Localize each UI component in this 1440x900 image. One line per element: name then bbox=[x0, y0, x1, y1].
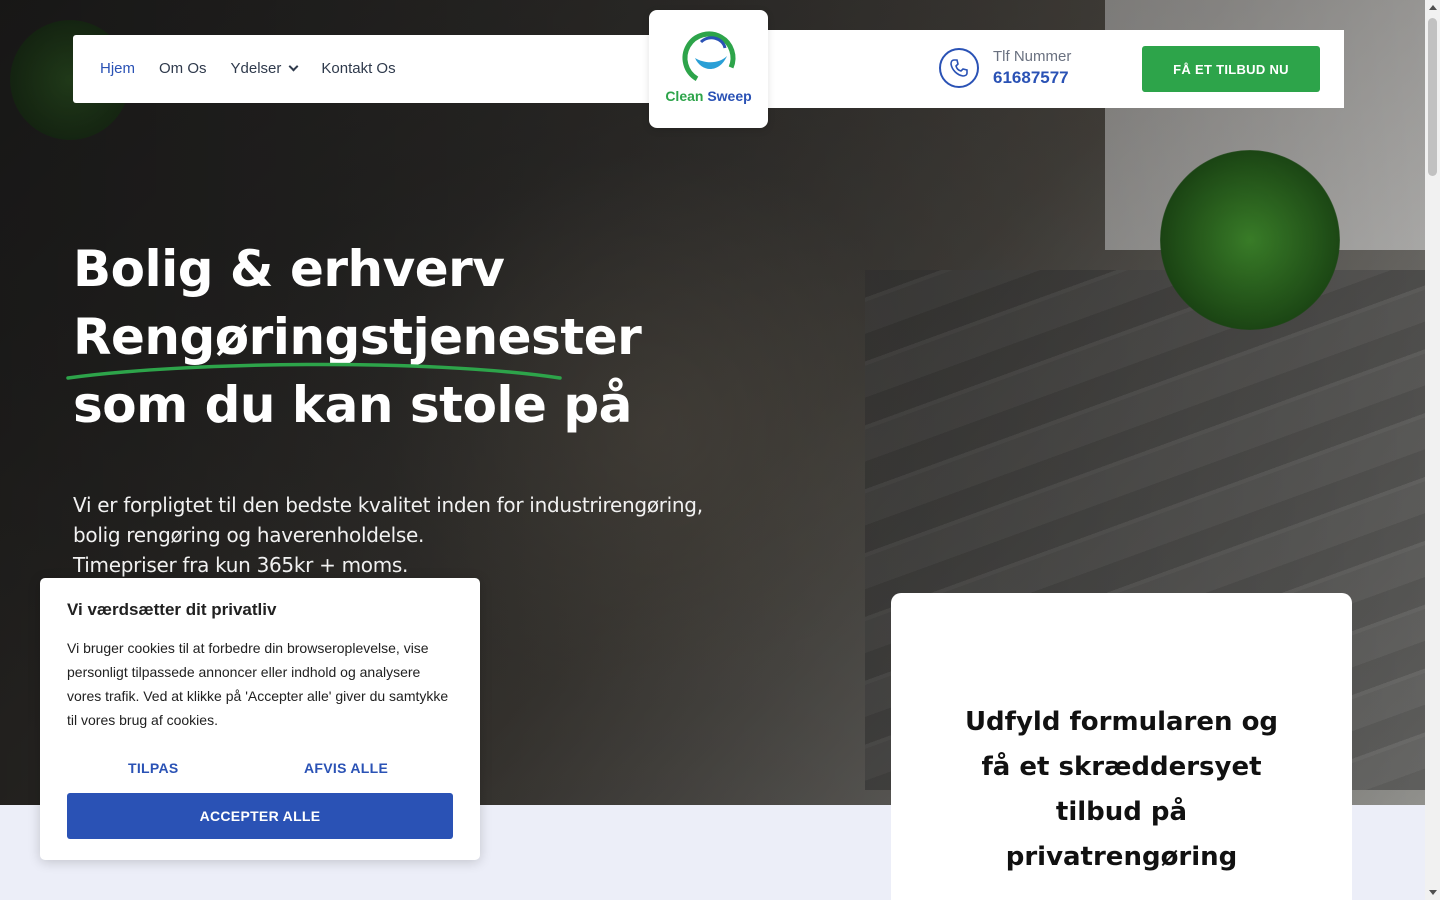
menu-item-hjem[interactable]: Hjem bbox=[100, 60, 135, 77]
phone-label: Tlf Nummer bbox=[993, 48, 1072, 65]
scroll-thumb[interactable] bbox=[1428, 18, 1437, 176]
logo-mark-icon bbox=[682, 31, 735, 85]
cookie-consent-dialog: Vi værdsætter dit privatliv Vi bruger co… bbox=[40, 578, 480, 860]
cookie-title: Vi værdsætter dit privatliv bbox=[67, 600, 277, 619]
phone-number-link[interactable]: 61687577 bbox=[993, 68, 1069, 88]
scrollbar[interactable] bbox=[1425, 0, 1440, 900]
get-quote-button[interactable]: FÅ ET TILBUD NU bbox=[1142, 46, 1320, 92]
scroll-up-icon[interactable] bbox=[1429, 5, 1437, 10]
customize-button[interactable]: TILPAS bbox=[128, 760, 179, 776]
site-logo[interactable]: Clean Sweep bbox=[649, 10, 768, 128]
hero-heading-line-3: som du kan stole på bbox=[73, 376, 632, 434]
menu-item-label: Kontakt Os bbox=[321, 60, 396, 77]
menu-item-label: Ydelser bbox=[230, 60, 282, 77]
menu-item-ydelser[interactable]: Ydelser bbox=[230, 60, 299, 77]
intro-line: Vi er forpligtet til den bedste kvalitet… bbox=[73, 493, 703, 517]
menu-item-label: Hjem bbox=[100, 60, 136, 77]
cookie-body: Vi bruger cookies til at forbedre din br… bbox=[67, 640, 449, 728]
intro-line: Timepriser fra kun 365kr + moms. bbox=[73, 553, 409, 577]
logo-text: Clean Sweep bbox=[665, 88, 752, 104]
reject-all-button[interactable]: AFVIS ALLE bbox=[304, 760, 388, 776]
main-menu: Hjem Om Os Ydelser Kontakt Os bbox=[100, 60, 420, 77]
chevron-down-icon bbox=[288, 61, 299, 72]
hero-intro: Vi er forpligtet til den bedste kvalitet… bbox=[73, 490, 703, 580]
form-title: Udfyld formularen og få et skræddersyet … bbox=[964, 707, 1279, 872]
intro-line: bolig rengøring og haverenholdelse. bbox=[73, 523, 425, 547]
menu-item-kontakt-os[interactable]: Kontakt Os bbox=[321, 60, 395, 77]
menu-item-label: Om Os bbox=[159, 60, 207, 77]
scroll-down-icon[interactable] bbox=[1429, 890, 1437, 895]
phone-icon[interactable] bbox=[939, 48, 979, 88]
accept-all-button[interactable]: ACCEPTER ALLE bbox=[67, 793, 453, 839]
hero-heading-line-1: Bolig & erhverv bbox=[73, 240, 505, 298]
menu-item-om-os[interactable]: Om Os bbox=[159, 60, 207, 77]
